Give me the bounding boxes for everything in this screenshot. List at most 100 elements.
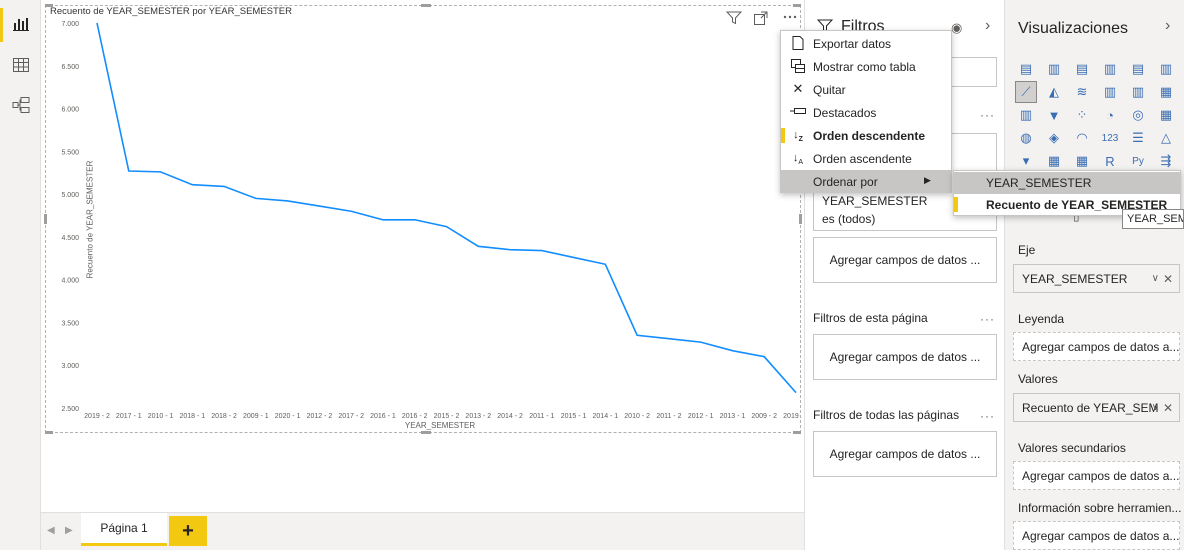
drop-zone-text: Agregar campos de datos ... xyxy=(829,447,981,461)
add-page-button[interactable]: + xyxy=(169,516,207,546)
menu-item-show-as-table[interactable]: Mostrar como tabla xyxy=(781,55,951,78)
donut-icon[interactable]: ◎ xyxy=(1127,104,1149,126)
line-clustered-icon[interactable]: ▥ xyxy=(1127,81,1149,103)
remove-field-icon[interactable]: ✕ xyxy=(1163,401,1173,415)
data-point[interactable] xyxy=(414,219,416,221)
menu-label: Exportar datos xyxy=(813,36,892,51)
multirow-card-icon[interactable]: ☰ xyxy=(1127,127,1149,149)
menu-item-sort-ascending[interactable]: ↓A Orden ascendente xyxy=(781,147,951,170)
model-view-icon[interactable] xyxy=(9,94,33,116)
data-view-icon[interactable] xyxy=(9,54,33,76)
collapse-visualizations-icon[interactable]: › xyxy=(1165,17,1170,35)
matrix-icon[interactable]: ▦ xyxy=(1071,150,1093,172)
waterfall-icon[interactable]: ▥ xyxy=(1015,104,1037,126)
data-point[interactable] xyxy=(287,200,289,202)
submenu-arrow-icon: ▶ xyxy=(924,175,931,185)
data-point[interactable] xyxy=(509,249,511,251)
next-page-icon[interactable]: ▶ xyxy=(65,525,73,536)
tooltips-well-label: Información sobre herramien... xyxy=(1018,501,1182,515)
values-well-label: Valores xyxy=(1018,372,1058,386)
area-chart-icon[interactable]: ◭ xyxy=(1043,81,1065,103)
menu-item-remove[interactable]: ✕ Quitar xyxy=(781,78,951,101)
data-point[interactable] xyxy=(191,184,193,186)
data-point[interactable] xyxy=(477,245,479,247)
key-influencers-icon[interactable]: ⇶ xyxy=(1155,150,1177,172)
values-well[interactable]: Recuento de YEAR_SEM ∨ ✕ xyxy=(1013,393,1180,422)
sort-by-year-semester[interactable]: YEAR_SEMESTER xyxy=(954,172,1180,194)
funnel-icon[interactable]: ▼ xyxy=(1043,104,1065,126)
ribbon-icon[interactable]: ▦ xyxy=(1155,81,1177,103)
chevron-down-icon[interactable]: ∨ xyxy=(1152,273,1159,284)
data-point[interactable] xyxy=(668,338,670,340)
clustered-column-icon[interactable]: ▥ xyxy=(1099,58,1121,80)
menu-label: Destacados xyxy=(813,105,877,120)
more-options-icon[interactable]: ··· xyxy=(980,409,995,423)
slicer-icon[interactable]: ▾ xyxy=(1015,150,1037,172)
data-point[interactable] xyxy=(573,256,575,258)
data-point[interactable] xyxy=(731,350,733,352)
stacked-area-icon[interactable]: ≋ xyxy=(1071,81,1093,103)
page-filter-drop-zone[interactable]: Agregar campos de datos ... xyxy=(813,334,997,380)
clustered-bar-icon[interactable]: ▤ xyxy=(1071,58,1093,80)
secondary-values-well[interactable]: Agregar campos de datos a... xyxy=(1013,461,1180,490)
scatter-icon[interactable]: ⁘ xyxy=(1071,104,1093,126)
python-visual-icon[interactable]: Py xyxy=(1127,150,1149,172)
kpi-icon[interactable]: △ xyxy=(1155,127,1177,149)
y-tick-label: 3.500 xyxy=(61,320,79,327)
data-point[interactable] xyxy=(636,334,638,336)
data-point[interactable] xyxy=(318,205,320,207)
table-icon[interactable]: ▦ xyxy=(1043,150,1065,172)
x-tick-label: 2016 - 1 xyxy=(370,413,396,420)
data-point[interactable] xyxy=(96,22,98,24)
legend-well[interactable]: Agregar campos de datos a... xyxy=(1013,332,1180,361)
stacked-column-icon[interactable]: ▥ xyxy=(1043,58,1065,80)
100-column-icon[interactable]: ▥ xyxy=(1155,58,1177,80)
data-point[interactable] xyxy=(446,226,448,228)
more-options-icon[interactable]: ··· xyxy=(980,108,995,122)
card-icon[interactable]: 123 xyxy=(1099,127,1121,149)
report-view-icon[interactable] xyxy=(9,13,33,35)
eye-icon[interactable]: ◉ xyxy=(951,20,962,36)
prev-page-icon[interactable]: ◀ xyxy=(47,525,55,536)
r-visual-icon[interactable]: R xyxy=(1099,150,1121,172)
gauge-icon[interactable]: ◠ xyxy=(1071,127,1093,149)
data-point[interactable] xyxy=(255,197,257,199)
collapse-filters-icon[interactable]: › xyxy=(985,17,990,35)
data-point[interactable] xyxy=(128,170,130,172)
stacked-bar-icon[interactable]: ▤ xyxy=(1015,58,1037,80)
pie-icon[interactable]: ◔ xyxy=(1099,104,1121,126)
sort-descending-icon: ↓Z xyxy=(793,129,803,144)
menu-item-export-data[interactable]: Exportar datos xyxy=(781,32,951,55)
report-filter-drop-zone[interactable]: Agregar campos de datos ... xyxy=(813,431,997,477)
menu-item-sort-by[interactable]: Ordenar por ▶ xyxy=(781,170,951,193)
remove-field-icon[interactable]: ✕ xyxy=(1163,272,1173,286)
tooltips-well[interactable]: Agregar campos de datos a... xyxy=(1013,521,1180,550)
data-point[interactable] xyxy=(350,210,352,212)
100-bar-icon[interactable]: ▤ xyxy=(1127,58,1149,80)
series-line[interactable] xyxy=(96,22,797,394)
page-filters-label: Filtros de esta página xyxy=(813,311,928,325)
axis-well[interactable]: YEAR_SEMESTER ∨ ✕ xyxy=(1013,264,1180,293)
treemap-icon[interactable]: ▦ xyxy=(1155,104,1177,126)
spotlight-icon xyxy=(790,105,806,120)
menu-item-spotlight[interactable]: Destacados xyxy=(781,101,951,124)
menu-item-sort-descending[interactable]: ↓Z Orden descendente xyxy=(781,124,951,147)
page-tab-1[interactable]: Página 1 xyxy=(81,513,167,546)
data-point[interactable] xyxy=(700,341,702,343)
data-point[interactable] xyxy=(795,392,797,394)
chart-plot: 7.000 6.500 6.000 5.500 5.000 4.500 4.000 3.500… xyxy=(61,21,801,420)
map-icon[interactable]: ◍ xyxy=(1015,127,1037,149)
data-point[interactable] xyxy=(382,219,384,221)
data-point[interactable] xyxy=(160,171,162,173)
data-point[interactable] xyxy=(763,356,765,358)
filled-map-icon[interactable]: ◈ xyxy=(1043,127,1065,149)
data-point[interactable] xyxy=(223,185,225,187)
line-chart-icon[interactable]: ⟋ xyxy=(1015,81,1037,103)
chevron-down-icon[interactable]: ∨ xyxy=(1152,402,1159,413)
visual-filter-drop-zone[interactable]: Agregar campos de datos ... xyxy=(813,237,997,283)
data-point[interactable] xyxy=(604,263,606,265)
data-point[interactable] xyxy=(541,250,543,252)
line-column-icon[interactable]: ▥ xyxy=(1099,81,1121,103)
more-options-icon[interactable]: ··· xyxy=(980,312,995,326)
x-tick-label: 2019 - 2 xyxy=(84,413,110,420)
